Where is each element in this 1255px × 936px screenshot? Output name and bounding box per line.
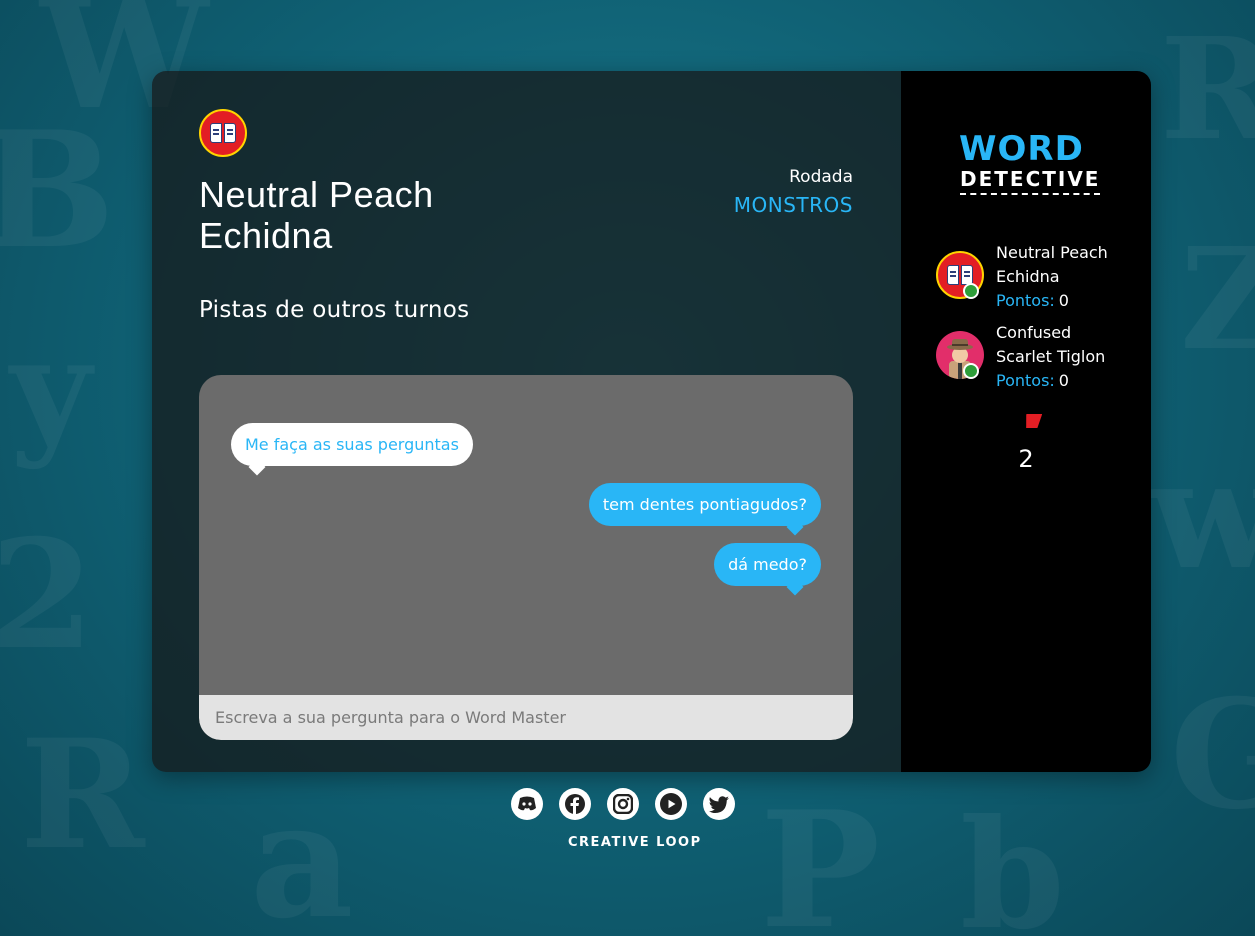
open-book-icon (210, 123, 236, 143)
points-value: 0 (1058, 371, 1069, 390)
player-name: Confused Scarlet Tiglon (996, 323, 1106, 366)
points-label: Pontos: (996, 291, 1055, 310)
twitter-icon[interactable] (703, 788, 735, 820)
player-name-title: Neutral Peach Echidna (199, 174, 434, 256)
online-status-icon (963, 363, 979, 379)
red-flag-icon (1024, 414, 1042, 428)
turn-counter: 2 (1018, 445, 1034, 473)
question-input[interactable] (199, 695, 853, 740)
points-label: Pontos: (996, 371, 1055, 390)
open-book-icon (947, 265, 973, 285)
points-value: 0 (1058, 291, 1069, 310)
chat-message: tem dentes pontiagudos? (588, 483, 821, 526)
game-card: Neutral Peach Echidna Rodada MONSTROS Pi… (152, 71, 1151, 772)
youtube-icon[interactable] (655, 788, 687, 820)
chat-panel: Me faça as suas perguntas tem dentes pon… (199, 375, 853, 740)
discord-icon[interactable] (511, 788, 543, 820)
logo-detective: DETECTIVE (960, 167, 1101, 195)
facebook-icon[interactable] (559, 788, 591, 820)
chat-message: Me faça as suas perguntas (231, 423, 473, 466)
creative-loop-logo[interactable]: CREATIVE LOOP (568, 835, 702, 850)
online-status-icon (963, 283, 979, 299)
instagram-icon[interactable] (607, 788, 639, 820)
main-panel: Neutral Peach Echidna Rodada MONSTROS Pi… (152, 71, 901, 772)
player-name: Neutral Peach Echidna (996, 243, 1108, 286)
clues-heading: Pistas de outros turnos (199, 297, 470, 323)
chat-message: dá medo? (714, 543, 821, 586)
player-list-item: Neutral Peach Echidna Pontos: 0 (936, 241, 1136, 311)
player-points: Pontos: 0 (996, 369, 1069, 393)
player-points: Pontos: 0 (996, 289, 1069, 313)
side-panel: WORD DETECTIVE Neutral Peach Echidna Pon… (901, 71, 1151, 772)
round-label: Rodada (789, 167, 853, 187)
player-list-item: Confused Scarlet Tiglon Pontos: 0 (936, 321, 1136, 391)
round-category: MONSTROS (733, 193, 853, 217)
logo-word: WORD (959, 129, 1084, 169)
player-avatar (199, 109, 247, 157)
social-links (511, 788, 735, 820)
